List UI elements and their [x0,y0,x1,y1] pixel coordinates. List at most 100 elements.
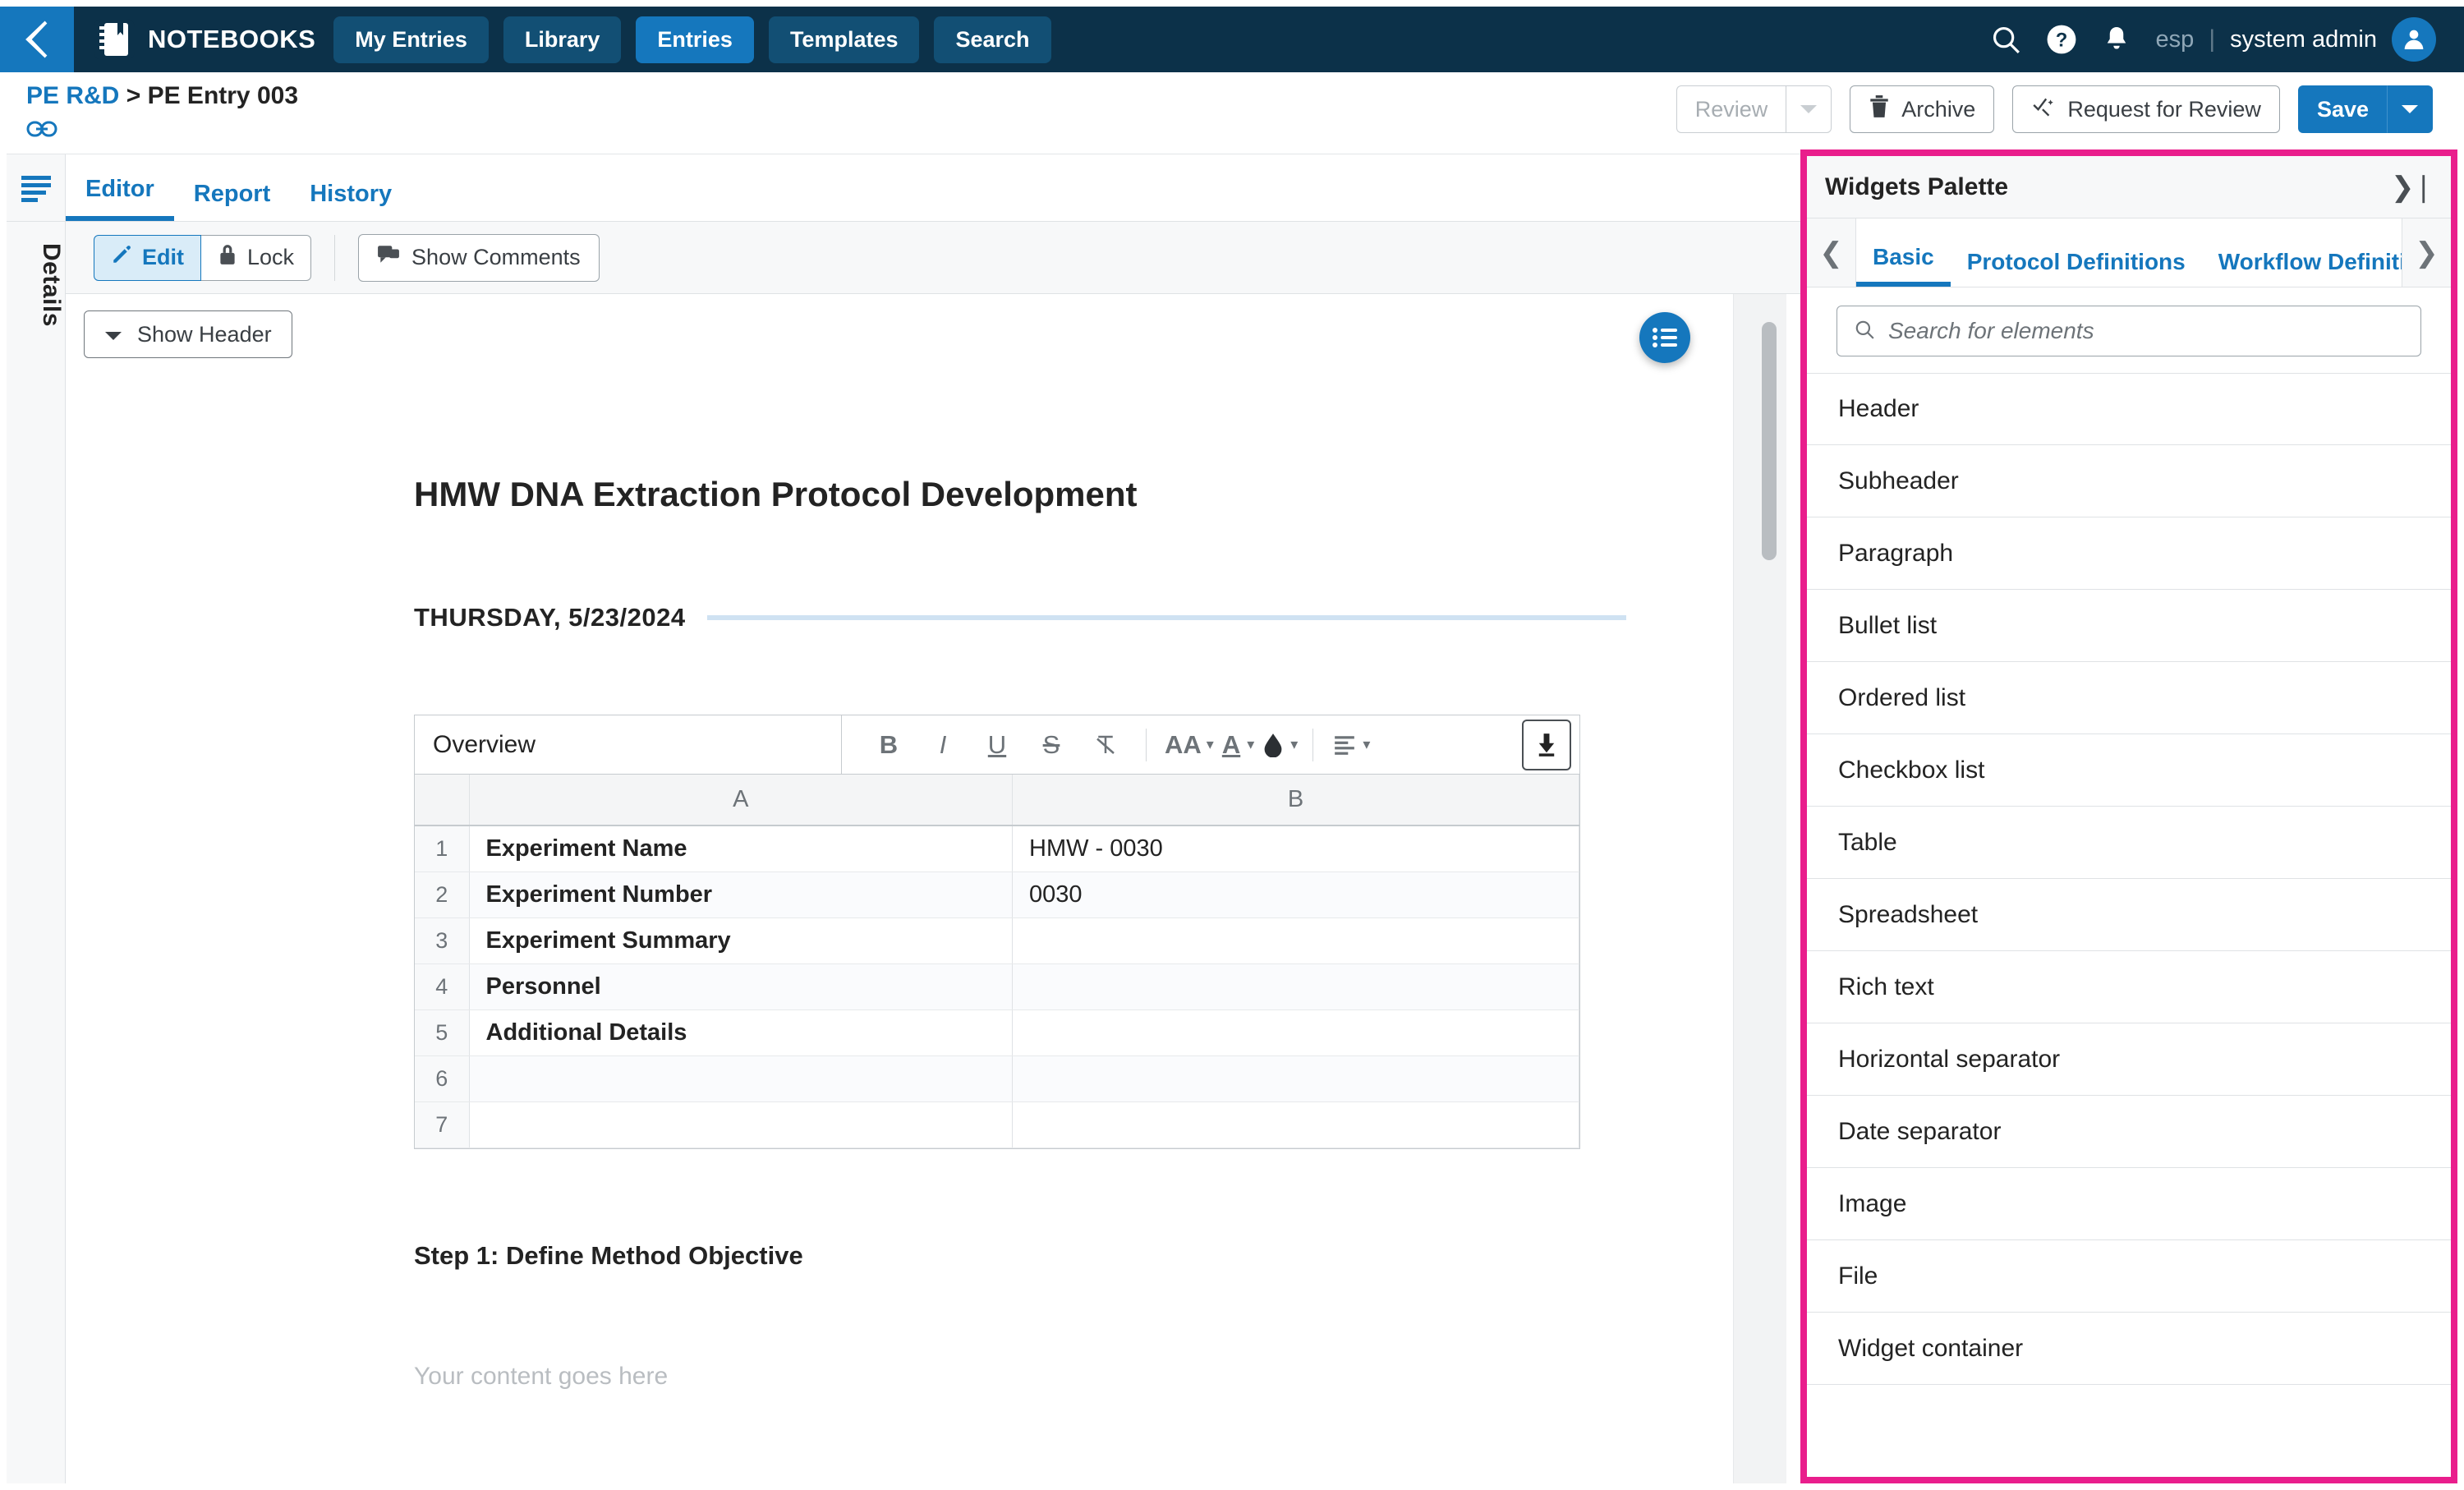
widget-item-ordered-list[interactable]: Ordered list [1807,662,2451,734]
row-header[interactable]: 1 [415,825,470,872]
bold-icon[interactable]: B [863,721,914,769]
chevron-right-icon[interactable]: ❯ [2402,218,2451,287]
save-button[interactable]: Save [2297,85,2387,133]
nav-tab-search[interactable]: Search [934,16,1051,63]
spreadsheet-widget[interactable]: Overview B I U S AA ▾ A ▾ ▾ ▾ A B 1 Expe… [414,715,1580,1149]
user-menu[interactable]: esp | system admin [2156,17,2436,62]
brand[interactable]: NOTEBOOKS [74,19,333,60]
widget-item-paragraph[interactable]: Paragraph [1807,517,2451,590]
caret-down-icon: ▾ [1290,736,1299,752]
cell-a1[interactable]: Experiment Name [469,825,1013,872]
download-icon[interactable] [1522,719,1571,770]
clear-format-icon[interactable] [1080,721,1131,769]
row-header[interactable]: 3 [415,917,470,964]
widget-item-image[interactable]: Image [1807,1168,2451,1240]
entry-actions: Review Archive Request for Review Save [1676,85,2433,133]
font-color-icon[interactable]: A ▾ [1217,721,1254,769]
list-menu-icon[interactable] [7,154,65,222]
lock-button[interactable]: Lock [201,234,312,281]
widget-item-rich-text[interactable]: Rich text [1807,951,2451,1023]
caret-down-icon[interactable] [1786,85,1832,133]
palette-tabs: ❮ Basic Protocol Definitions Workflow De… [1807,218,2451,287]
nav-tab-my-entries[interactable]: My Entries [333,16,489,63]
save-split-button[interactable]: Save [2297,85,2433,133]
column-header-a[interactable]: A [469,775,1013,826]
cell-a4[interactable]: Personnel [469,963,1013,1010]
widget-item-horizontal-separator[interactable]: Horizontal separator [1807,1023,2451,1096]
column-header-b[interactable]: B [1012,775,1579,826]
tab-editor[interactable]: Editor [66,176,174,221]
nav-tab-library[interactable]: Library [503,16,622,63]
chevron-left-icon[interactable]: ❮ [1807,218,1856,287]
widget-item-bullet-list[interactable]: Bullet list [1807,590,2451,662]
cell-a3[interactable]: Experiment Summary [469,917,1013,964]
row-header[interactable]: 2 [415,871,470,918]
user-avatar-icon[interactable] [2392,17,2436,62]
request-for-review-button[interactable]: Request for Review [2012,85,2280,133]
palette-tab-basic[interactable]: Basic [1856,244,1951,287]
strikethrough-icon[interactable]: S [1026,721,1077,769]
spreadsheet-grid[interactable]: A B 1 Experiment Name HMW - 0030 2 Exper… [415,775,1579,1148]
palette-header: Widgets Palette ❯❘ [1807,156,2451,218]
search-field[interactable] [1837,306,2421,356]
tab-report[interactable]: Report [174,181,290,221]
date-separator-widget[interactable]: THURSDAY, 5/23/2024 [414,603,1626,632]
fill-color-icon[interactable]: ▾ [1257,721,1298,769]
breadcrumb-parent-link[interactable]: PE R&D [26,82,119,109]
cell-b5[interactable] [1012,1009,1579,1056]
entry-tabs: Editor Report History [66,154,1800,222]
cell-b2[interactable]: 0030 [1012,871,1579,918]
cell-b1[interactable]: HMW - 0030 [1012,825,1579,872]
spreadsheet-name[interactable]: Overview [415,715,842,775]
cell-a6[interactable] [469,1055,1013,1102]
nav-tab-entries[interactable]: Entries [636,16,754,63]
search-input[interactable] [1888,318,2404,344]
cell-a7[interactable] [469,1101,1013,1148]
tab-history[interactable]: History [290,181,411,221]
show-comments-button[interactable]: Show Comments [358,233,600,282]
review-split-button[interactable]: Review [1676,85,1832,133]
widget-item-spreadsheet[interactable]: Spreadsheet [1807,879,2451,951]
font-size-icon[interactable]: AA ▾ [1161,721,1214,769]
widget-item-subheader[interactable]: Subheader [1807,445,2451,517]
widget-item-widget-container[interactable]: Widget container [1807,1313,2451,1385]
document-title[interactable]: HMW DNA Extraction Protocol Development [414,475,1626,514]
palette-tab-protocol-definitions[interactable]: Protocol Definitions [1951,249,2202,287]
widget-item-file[interactable]: File [1807,1240,2451,1313]
notebook-icon [94,19,135,60]
help-circle-icon[interactable]: ? [2046,24,2077,55]
caret-down-icon: ▾ [1206,736,1214,752]
row-header[interactable]: 7 [415,1101,470,1148]
canvas-scrollbar-thumb[interactable] [1762,322,1777,560]
row-header[interactable]: 4 [415,963,470,1010]
step-1-placeholder[interactable]: Your content goes here [414,1363,1626,1391]
widget-item-date-separator[interactable]: Date separator [1807,1096,2451,1168]
details-panel-toggle[interactable]: Details [7,243,65,327]
cell-a2[interactable]: Experiment Number [469,871,1013,918]
palette-tab-workflow-definitions[interactable]: Workflow Definitio [2202,249,2402,287]
table-row: 5 Additional Details [415,1009,1579,1056]
row-header[interactable]: 6 [415,1055,470,1102]
cell-b6[interactable] [1012,1055,1579,1102]
italic-icon[interactable]: I [917,721,968,769]
cell-b4[interactable] [1012,963,1579,1010]
cell-b3[interactable] [1012,917,1579,964]
bell-icon[interactable] [2102,24,2131,55]
cell-a5[interactable]: Additional Details [469,1009,1013,1056]
underline-icon[interactable]: U [972,721,1023,769]
widget-item-table[interactable]: Table [1807,807,2451,879]
row-header[interactable]: 5 [415,1009,470,1056]
edit-button[interactable]: Edit [94,234,201,281]
link-icon[interactable] [26,118,57,144]
nav-tab-templates[interactable]: Templates [768,16,920,63]
chevron-left-icon[interactable] [0,7,74,72]
expand-panel-icon[interactable]: ❯❘ [2391,171,2435,204]
widget-item-checkbox-list[interactable]: Checkbox list [1807,734,2451,807]
align-icon[interactable]: ▾ [1328,721,1370,769]
search-icon[interactable] [1990,24,2021,55]
caret-down-icon[interactable] [2387,85,2433,133]
archive-button[interactable]: Archive [1850,85,1995,133]
step-1-heading[interactable]: Step 1: Define Method Objective [414,1241,1626,1271]
cell-b7[interactable] [1012,1101,1579,1148]
widget-item-header[interactable]: Header [1807,373,2451,445]
